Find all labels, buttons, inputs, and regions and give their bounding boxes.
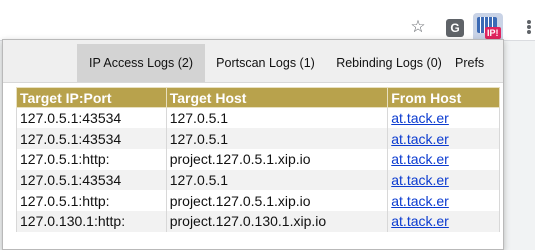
target-ip-port-cell: 127.0.5.1:http: <box>16 148 167 170</box>
target-ip-port-cell: 127.0.5.1:http: <box>16 190 167 211</box>
target-ip-port-cell: 127.0.5.1:43534 <box>16 169 167 191</box>
target-ip-port-cell: 127.0.130.1:http: <box>16 210 167 232</box>
target-ip-port-cell: 127.0.5.1:43534 <box>16 107 167 129</box>
from-host-cell: at.tack.er <box>387 190 500 211</box>
target-host-cell: 127.0.5.1 <box>165 169 389 191</box>
extension-badge: IP! <box>485 27 501 39</box>
from-host-cell: at.tack.er <box>387 148 500 170</box>
tab-bar: IP Access Logs (2) Portscan Logs (1) Reb… <box>3 40 503 83</box>
column-header-target-ip-port: Target IP:Port <box>16 87 167 108</box>
extension-g-icon[interactable]: G <box>446 19 464 37</box>
table-row: 127.0.5.1:43534 127.0.5.1 at.tack.er <box>16 169 500 191</box>
table-row: 127.0.5.1:http: project.127.0.5.1.xip.io… <box>16 190 500 211</box>
target-host-cell: project.127.0.130.1.xip.io <box>165 210 389 232</box>
target-host-cell: project.127.0.5.1.xip.io <box>165 190 389 211</box>
tab-prefs[interactable]: Prefs <box>455 44 497 82</box>
column-header-from-host: From Host <box>387 87 500 108</box>
table-row: 127.0.5.1:http: project.127.0.5.1.xip.io… <box>16 148 500 170</box>
target-host-cell: 127.0.5.1 <box>165 107 389 129</box>
column-header-target-host: Target Host <box>165 87 389 108</box>
from-host-link[interactable]: at.tack.er <box>391 172 449 188</box>
table-header-row: Target IP:Port Target Host From Host <box>16 87 500 108</box>
from-host-cell: at.tack.er <box>387 210 500 232</box>
tab-portscan-logs[interactable]: Portscan Logs (1) <box>205 44 326 82</box>
target-host-cell: 127.0.5.1 <box>165 128 389 149</box>
from-host-link[interactable]: at.tack.er <box>391 193 449 209</box>
from-host-link[interactable]: at.tack.er <box>391 151 449 167</box>
from-host-cell: at.tack.er <box>387 169 500 191</box>
table-row: 127.0.5.1:43534 127.0.5.1 at.tack.er <box>16 107 500 129</box>
table-row: 127.0.5.1:43534 127.0.5.1 at.tack.er <box>16 128 500 149</box>
from-host-link[interactable]: at.tack.er <box>391 110 449 126</box>
bookmark-star-icon[interactable]: ☆ <box>408 17 428 37</box>
vertical-dots-icon[interactable] <box>515 16 535 38</box>
from-host-cell: at.tack.er <box>387 128 500 149</box>
table-row: 127.0.130.1:http: project.127.0.130.1.xi… <box>16 210 500 232</box>
target-ip-port-cell: 127.0.5.1:43534 <box>16 128 167 149</box>
from-host-cell: at.tack.er <box>387 107 500 129</box>
from-host-link[interactable]: at.tack.er <box>391 131 449 147</box>
ip-access-log-table: Target IP:Port Target Host From Host 127… <box>16 87 500 232</box>
from-host-link[interactable]: at.tack.er <box>391 213 449 229</box>
singularity-extension-icon[interactable]: IP! <box>477 17 501 39</box>
tab-rebinding-logs[interactable]: Rebinding Logs (0) <box>326 44 452 82</box>
target-host-cell: project.127.0.5.1.xip.io <box>165 148 389 170</box>
tab-ip-access-logs[interactable]: IP Access Logs (2) <box>77 44 205 82</box>
extension-popup: IP Access Logs (2) Portscan Logs (1) Reb… <box>2 39 504 250</box>
